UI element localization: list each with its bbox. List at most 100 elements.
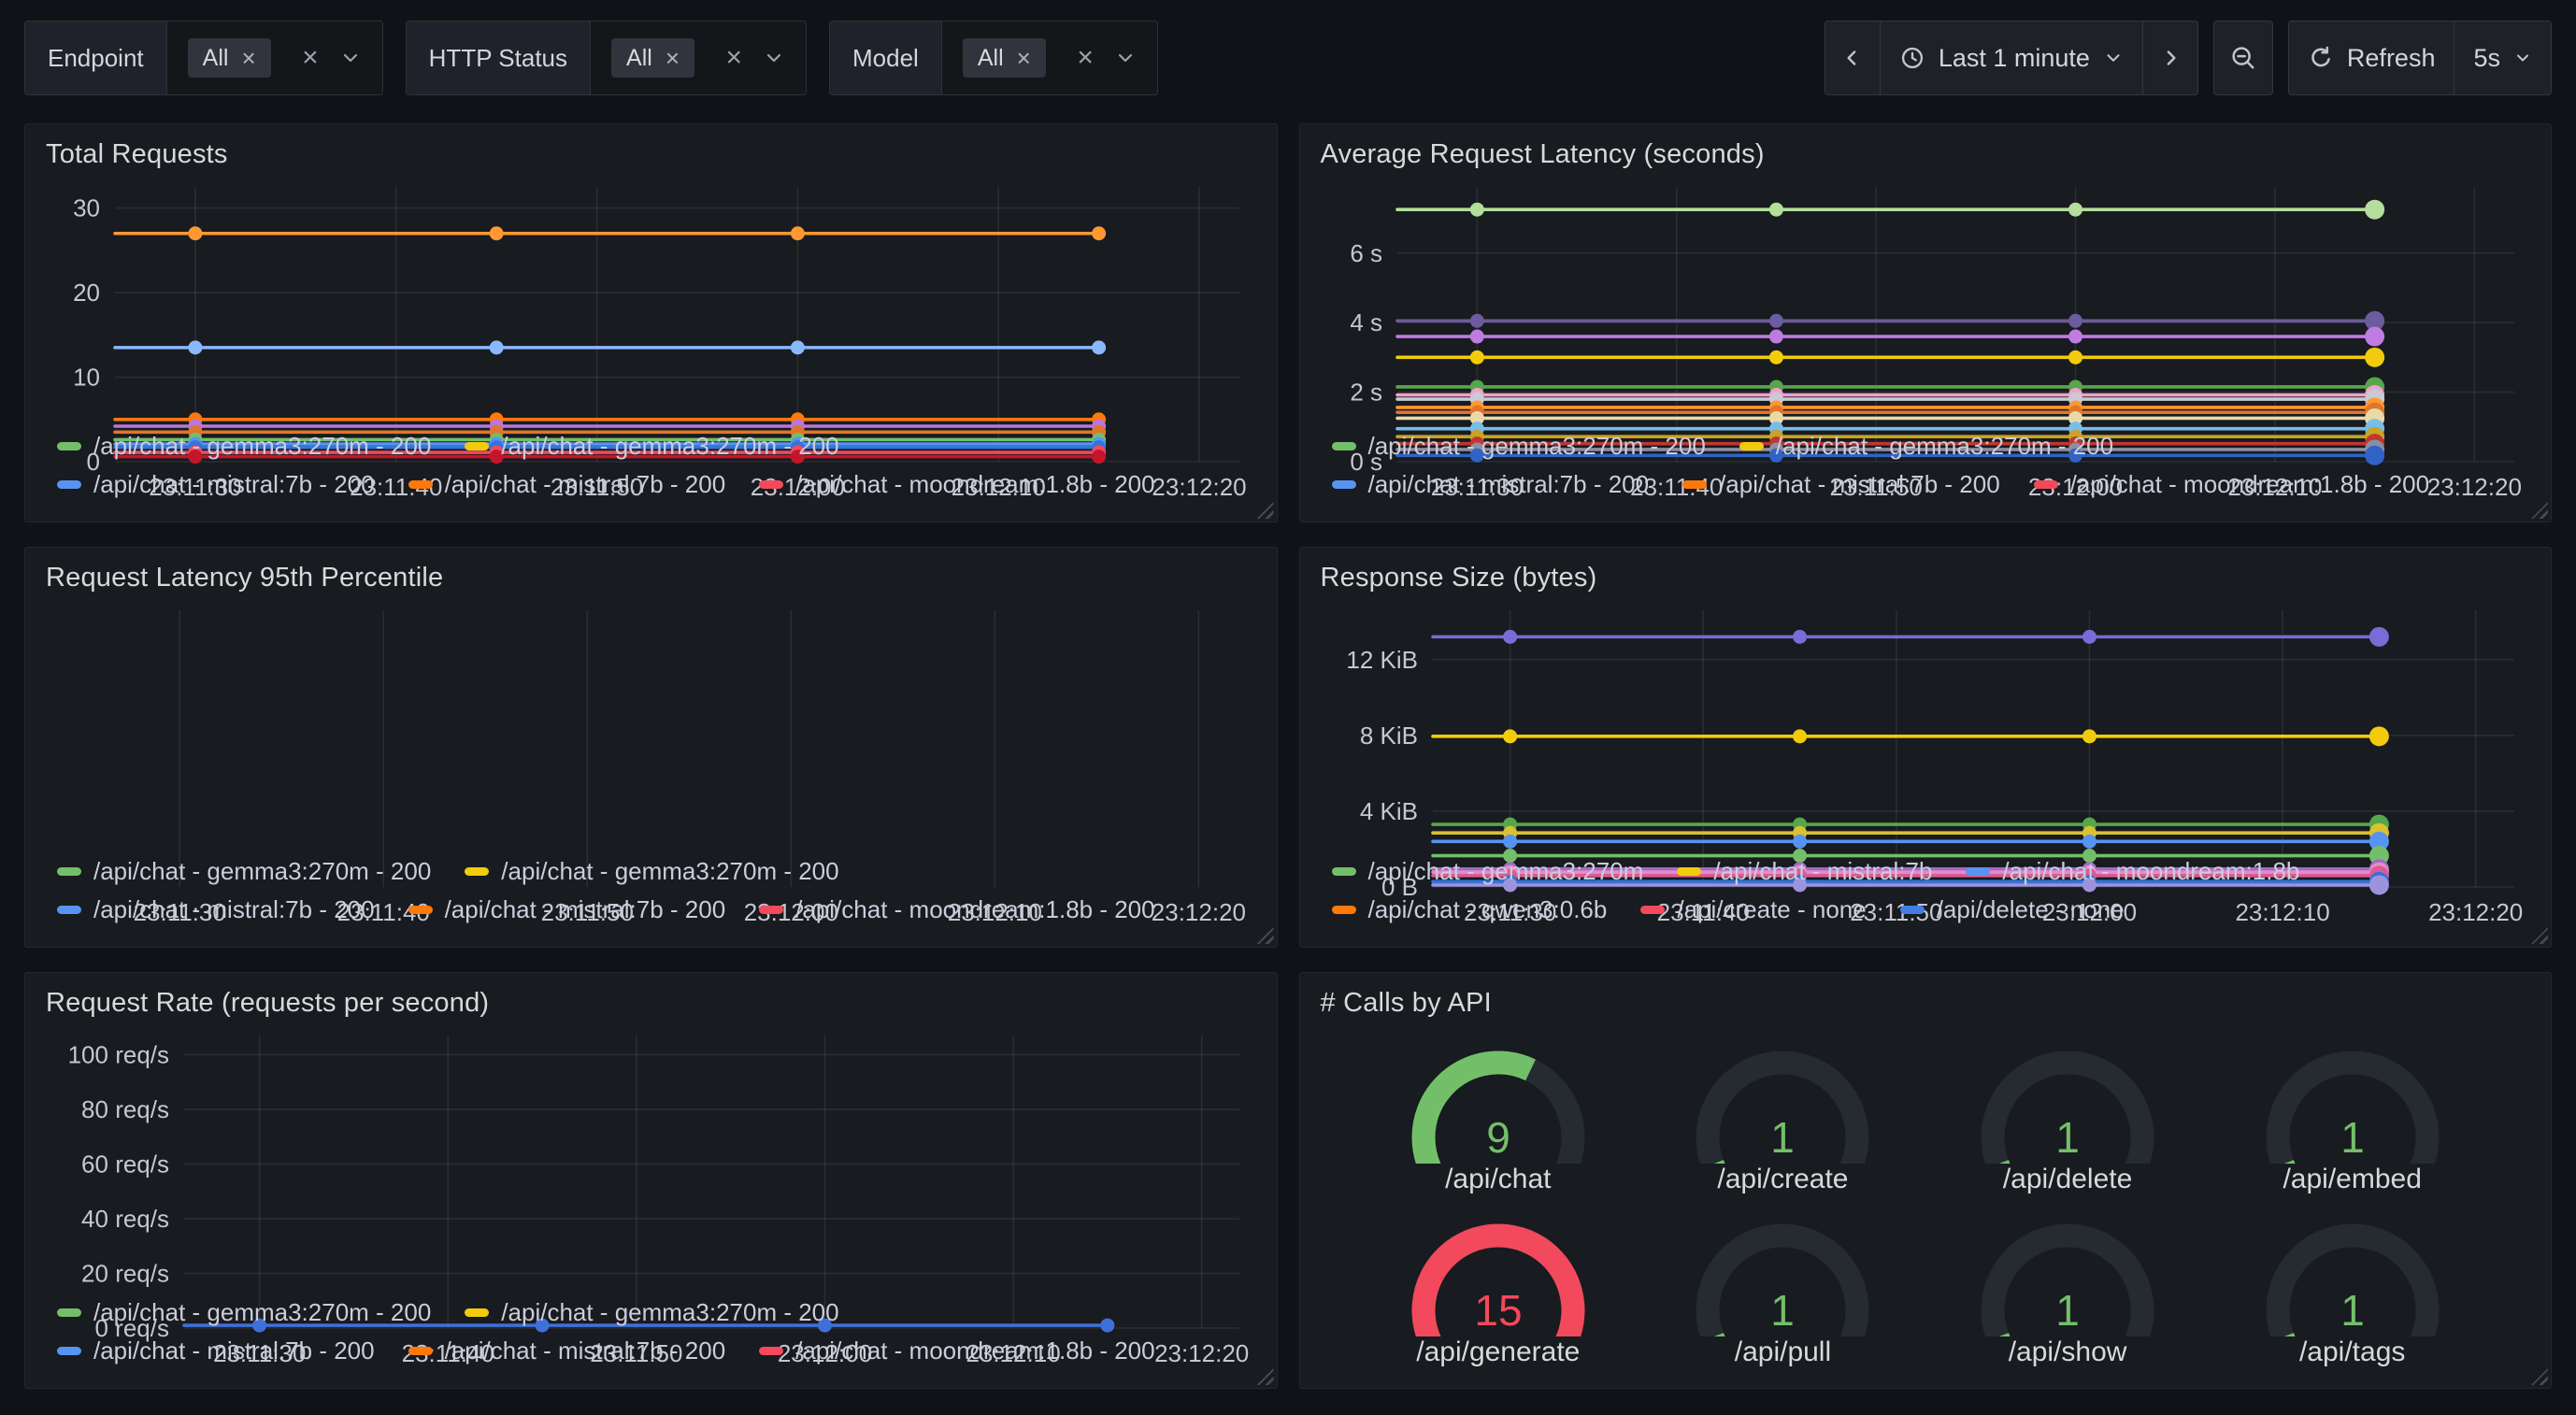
panel-title[interactable]: Response Size (bytes) bbox=[1321, 563, 2533, 593]
legend-label: /api/chat - gemma3:270m - 200 bbox=[93, 1298, 431, 1327]
request-rate-chart[interactable]: 0 req/s20 req/s40 req/s60 req/s80 req/s1… bbox=[44, 1022, 1258, 1285]
gauge-label: /api/delete bbox=[2003, 1164, 2132, 1195]
response-size-chart[interactable]: 0 B4 KiB8 KiB12 KiB23:11:3023:11:4023:11… bbox=[1319, 597, 2533, 844]
panel-title[interactable]: Total Requests bbox=[46, 139, 1258, 170]
refresh-group: Refresh 5s bbox=[2288, 21, 2552, 95]
legend-row: /api/chat - mistral:7b - 200/api/chat - … bbox=[57, 895, 1258, 924]
legend-item[interactable]: /api/chat - gemma3:270m - 200 bbox=[465, 857, 838, 886]
panel-resize-handle[interactable] bbox=[2531, 502, 2548, 519]
filter-http-status: HTTP Status All × × bbox=[406, 21, 807, 95]
chevron-down-icon[interactable] bbox=[763, 47, 785, 69]
total-requests-chart[interactable]: 010203023:11:3023:11:4023:11:5023:12:002… bbox=[44, 174, 1258, 419]
clear-filter-icon[interactable]: × bbox=[725, 44, 742, 72]
legend-label: /api/chat - moondream:1.8b - 200 bbox=[795, 470, 1154, 499]
gauge-/api/show[interactable]: 1/api/show bbox=[1960, 1204, 2175, 1368]
filter-value-dropdown[interactable]: All × × bbox=[942, 21, 1157, 94]
average-request-latency-chart[interactable]: 0 s2 s4 s6 s23:11:3023:11:4023:11:5023:1… bbox=[1319, 174, 2533, 419]
legend-item[interactable]: /api/chat - mistral:7b - 200 bbox=[57, 895, 375, 924]
filter-label: Endpoint bbox=[25, 21, 167, 94]
legend-row: /api/chat - gemma3:270m/api/chat - mistr… bbox=[1332, 857, 2533, 886]
chevron-down-icon bbox=[2103, 48, 2124, 68]
gauge-/api/pull[interactable]: 1/api/pull bbox=[1675, 1204, 1890, 1368]
legend-item[interactable]: /api/create - none bbox=[1640, 895, 1866, 924]
legend-item[interactable]: /api/chat - moondream:1.8b - 200 bbox=[759, 470, 1154, 499]
chevron-right-icon bbox=[2158, 46, 2182, 70]
legend-label: /api/chat - gemma3:270m - 200 bbox=[501, 857, 838, 886]
legend-item[interactable]: /api/chat - mistral:7b - 200 bbox=[408, 470, 726, 499]
gauge-/api/delete[interactable]: 1/api/delete bbox=[1960, 1031, 2175, 1195]
gauge-/api/generate[interactable]: 15/api/generate bbox=[1391, 1204, 1606, 1368]
panel-title[interactable]: Request Rate (requests per second) bbox=[46, 988, 1258, 1019]
remove-value-icon[interactable]: × bbox=[665, 46, 680, 70]
refresh-interval-label: 5s bbox=[2473, 44, 2500, 73]
legend-item[interactable]: /api/chat - gemma3:270m - 200 bbox=[465, 432, 838, 461]
panel-resize-handle[interactable] bbox=[1257, 927, 1274, 944]
legend-item[interactable]: /api/chat - gemma3:270m - 200 bbox=[465, 1298, 838, 1327]
legend-label: /api/chat - moondream:1.8b - 200 bbox=[795, 1336, 1154, 1365]
panel-title[interactable]: # Calls by API bbox=[1321, 988, 2533, 1019]
refresh-icon bbox=[2308, 45, 2334, 71]
chevron-down-icon[interactable] bbox=[1114, 47, 1137, 69]
legend-item[interactable]: /api/chat - mistral:7b - 200 bbox=[408, 1336, 726, 1365]
time-controls: Last 1 minute bbox=[1825, 21, 2552, 95]
refresh-button[interactable]: Refresh bbox=[2288, 21, 2455, 95]
legend-item[interactable]: /api/chat - mistral:7b - 200 bbox=[57, 470, 375, 499]
panel-request-latency-95th: Request Latency 95th Percentile 23:11:30… bbox=[24, 547, 1278, 948]
gauge-/api/embed[interactable]: 1/api/embed bbox=[2245, 1031, 2460, 1195]
legend-label: /api/chat - gemma3:270m - 200 bbox=[501, 1298, 838, 1327]
gauge-/api/tags[interactable]: 1/api/tags bbox=[2245, 1204, 2460, 1368]
remove-value-icon[interactable]: × bbox=[241, 46, 255, 70]
legend-item[interactable]: /api/chat - moondream:1.8b - 200 bbox=[2034, 470, 2429, 499]
legend-item[interactable]: /api/chat - moondream:1.8b - 200 bbox=[759, 1336, 1154, 1365]
chart-legend: /api/chat - gemma3:270m - 200/api/chat -… bbox=[1319, 419, 2533, 512]
legend-item[interactable]: /api/chat - gemma3:270m - 200 bbox=[1332, 432, 1706, 461]
legend-label: /api/chat - moondream:1.8b - 200 bbox=[2070, 470, 2429, 499]
request-latency-95th-chart[interactable]: 23:11:3023:11:4023:11:5023:12:0023:12:10… bbox=[44, 597, 1258, 844]
panel-resize-handle[interactable] bbox=[1257, 1368, 1274, 1385]
legend-item[interactable]: /api/chat - gemma3:270m bbox=[1332, 857, 1644, 886]
panel-resize-handle[interactable] bbox=[1257, 502, 1274, 519]
filter-value-dropdown[interactable]: All × × bbox=[167, 21, 382, 94]
gauge-/api/chat[interactable]: 9/api/chat bbox=[1391, 1031, 1606, 1195]
panel-title[interactable]: Average Request Latency (seconds) bbox=[1321, 139, 2533, 170]
refresh-interval-button[interactable]: 5s bbox=[2454, 21, 2552, 95]
filter-pill[interactable]: All × bbox=[611, 38, 694, 78]
time-shift-forward-button[interactable] bbox=[2143, 21, 2198, 95]
gauge-/api/create[interactable]: 1/api/create bbox=[1675, 1031, 1890, 1195]
legend-item[interactable]: /api/chat - mistral:7b - 200 bbox=[1682, 470, 2000, 499]
remove-value-icon[interactable]: × bbox=[1017, 46, 1031, 70]
legend-item[interactable]: /api/delete - none bbox=[1900, 895, 2125, 924]
time-range-picker[interactable]: Last 1 minute bbox=[1881, 21, 2143, 95]
panel-total-requests: Total Requests 010203023:11:3023:11:4023… bbox=[24, 123, 1278, 522]
legend-item[interactable]: /api/chat - mistral:7b - 200 bbox=[57, 1336, 375, 1365]
legend-label: /api/chat - mistral:7b - 200 bbox=[1368, 470, 1650, 499]
legend-item[interactable]: /api/chat - mistral:7b bbox=[1677, 857, 1932, 886]
series-color-marker bbox=[1966, 867, 1990, 876]
clear-filter-icon[interactable]: × bbox=[302, 44, 319, 72]
filter-pill-text: All bbox=[203, 47, 229, 70]
panel-title[interactable]: Request Latency 95th Percentile bbox=[46, 563, 1258, 593]
gauge-value: 1 bbox=[2340, 1113, 2365, 1162]
panel-resize-handle[interactable] bbox=[2531, 1368, 2548, 1385]
series-color-marker bbox=[465, 867, 489, 876]
legend-item[interactable]: /api/chat - qwen3:0.6b bbox=[1332, 895, 1608, 924]
panel-resize-handle[interactable] bbox=[2531, 927, 2548, 944]
zoom-out-button[interactable] bbox=[2213, 21, 2273, 95]
legend-item[interactable]: /api/chat - moondream:1.8b bbox=[1966, 857, 2299, 886]
legend-item[interactable]: /api/chat - mistral:7b - 200 bbox=[408, 895, 726, 924]
chevron-down-icon[interactable] bbox=[339, 47, 362, 69]
legend-item[interactable]: /api/chat - mistral:7b - 200 bbox=[1332, 470, 1650, 499]
legend-item[interactable]: /api/chat - gemma3:270m - 200 bbox=[1739, 432, 2113, 461]
clear-filter-icon[interactable]: × bbox=[1077, 44, 1094, 72]
dashboard-toolbar: Endpoint All × × HTTP Status All bbox=[24, 21, 2552, 95]
legend-item[interactable]: /api/chat - gemma3:270m - 200 bbox=[57, 432, 431, 461]
legend-item[interactable]: /api/chat - gemma3:270m - 200 bbox=[57, 857, 431, 886]
legend-item[interactable]: /api/chat - moondream:1.8b - 200 bbox=[759, 895, 1154, 924]
filter-pill[interactable]: All × bbox=[188, 38, 271, 78]
time-shift-back-button[interactable] bbox=[1825, 21, 1881, 95]
legend-label: /api/chat - moondream:1.8b bbox=[2002, 857, 2299, 886]
legend-row: /api/chat - qwen3:0.6b/api/create - none… bbox=[1332, 895, 2533, 924]
legend-item[interactable]: /api/chat - gemma3:270m - 200 bbox=[57, 1298, 431, 1327]
filter-pill[interactable]: All × bbox=[963, 38, 1046, 78]
filter-value-dropdown[interactable]: All × × bbox=[591, 21, 806, 94]
